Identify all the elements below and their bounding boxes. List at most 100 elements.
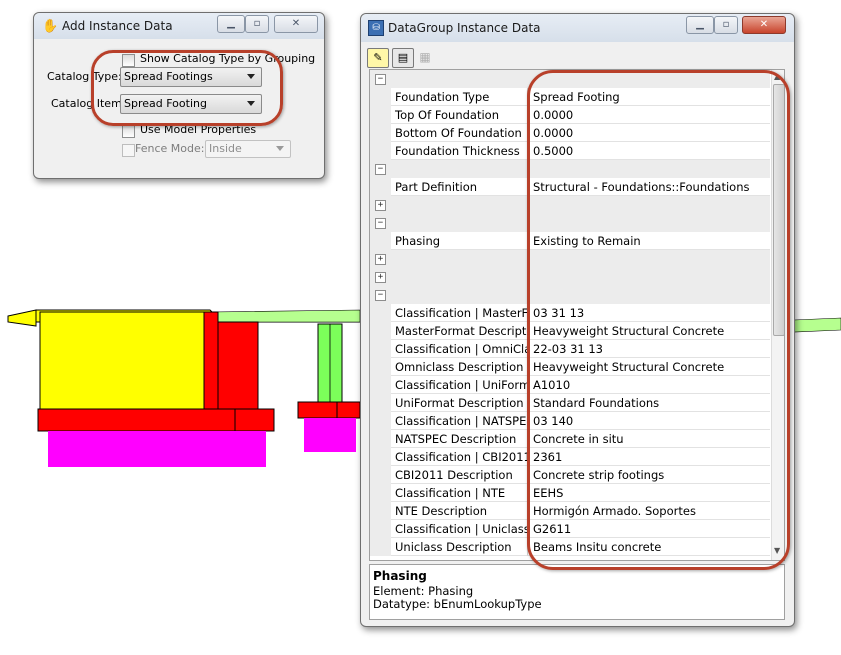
property-row[interactable]: Classification | MasterFormat 03 31 13: [370, 304, 770, 322]
add-instance-title: Add Instance Data: [62, 19, 173, 33]
property-value-cell[interactable]: 22-03 31 13: [528, 340, 770, 358]
property-value-cell[interactable]: A1010: [528, 376, 770, 394]
chevron-down-icon: [247, 74, 255, 79]
property-name-cell: Foundation Thickness: [391, 142, 528, 160]
property-row[interactable]: Foundation Thickness 0.5000: [370, 142, 770, 160]
datagroup-titlebar[interactable]: ⛁ DataGroup Instance Data ▁ ▫ ✕: [361, 14, 794, 42]
property-name-cell: Uniclass Description: [391, 538, 528, 556]
property-value: Spread Footing: [533, 90, 620, 104]
add-instance-titlebar[interactable]: ✋ Add Instance Data ▁ ▫ ✕: [34, 13, 324, 39]
vertical-scrollbar[interactable]: ▲ ▼: [771, 70, 784, 560]
property-row[interactable]: NTE Description Hormigón Armado. Soportes: [370, 502, 770, 520]
expand-icon[interactable]: +: [375, 272, 386, 283]
category-row[interactable]: +IFC Override: [370, 250, 770, 268]
grid-view-icon[interactable]: ▦: [418, 50, 432, 64]
property-value-cell[interactable]: Beams Insitu concrete: [528, 538, 770, 556]
property-value-cell[interactable]: Spread Footing: [528, 88, 770, 106]
category-row[interactable]: −Foundation Properties: [370, 70, 770, 88]
expand-icon[interactable]: +: [375, 200, 386, 211]
property-value-cell[interactable]: Concrete strip footings: [528, 466, 770, 484]
collapse-icon[interactable]: −: [375, 290, 386, 301]
property-row[interactable]: CBI2011 Description Concrete strip footin…: [370, 466, 770, 484]
show-catalog-checkbox[interactable]: [122, 54, 135, 67]
property-row[interactable]: Part Definition Structural - Foundations:…: [370, 178, 770, 196]
help-element: Element: Phasing: [373, 584, 474, 598]
row-gutter: [370, 394, 391, 412]
property-name-cell: Foundation Type: [391, 88, 528, 106]
property-name: Classification | Uniclass: [395, 522, 528, 536]
property-row[interactable]: Foundation Type Spread Footing: [370, 88, 770, 106]
maximize-button[interactable]: ▫: [714, 16, 738, 34]
datagroup-title: DataGroup Instance Data: [388, 21, 541, 35]
property-value-cell[interactable]: 0.5000: [528, 142, 770, 160]
property-row[interactable]: Top Of Foundation 0.0000: [370, 106, 770, 124]
category-row[interactable]: +Identification: [370, 196, 770, 214]
maximize-button[interactable]: ▫: [245, 15, 269, 33]
catalog-item-select[interactable]: Spread Footing: [120, 94, 262, 114]
property-row[interactable]: Classification | NATSPEC 03 140: [370, 412, 770, 430]
property-value-cell[interactable]: 03 31 13: [528, 304, 770, 322]
property-value-cell[interactable]: 0.0000: [528, 106, 770, 124]
category-row[interactable]: −Phasing: [370, 214, 770, 232]
properties-view-icon[interactable]: ▤: [392, 48, 414, 68]
property-name: Classification | CBI2011: [395, 450, 528, 464]
close-button[interactable]: ✕: [274, 15, 318, 33]
property-row[interactable]: MasterFormat Description Heavyweight Stru…: [370, 322, 770, 340]
property-row[interactable]: Classification | UniFormat A1010: [370, 376, 770, 394]
category-row[interactable]: −Materials: [370, 160, 770, 178]
fence-mode-checkbox[interactable]: [122, 144, 135, 157]
property-name: Omniclass Description: [395, 360, 524, 374]
collapse-icon[interactable]: −: [375, 218, 386, 229]
property-row[interactable]: Uniclass Description Beams Insitu concret…: [370, 538, 770, 556]
property-value-cell[interactable]: Heavyweight Structural Concrete: [528, 358, 770, 376]
property-name-cell: NATSPEC Description: [391, 430, 528, 448]
property-value-cell[interactable]: Existing to Remain: [528, 232, 770, 250]
categorized-view-icon[interactable]: ✎: [367, 48, 389, 68]
property-value-cell[interactable]: Concrete in situ: [528, 430, 770, 448]
property-row[interactable]: Classification | CBI2011 2361: [370, 448, 770, 466]
collapse-icon[interactable]: −: [375, 74, 386, 85]
minimize-button[interactable]: ▁: [217, 15, 245, 33]
collapse-icon[interactable]: −: [375, 164, 386, 175]
property-value: Standard Foundations: [533, 396, 660, 410]
property-value-cell[interactable]: Heavyweight Structural Concrete: [528, 322, 770, 340]
property-row[interactable]: Bottom Of Foundation 0.0000: [370, 124, 770, 142]
deck-green-strip: [209, 309, 361, 323]
property-row[interactable]: Omniclass Description Heavyweight Structu…: [370, 358, 770, 376]
footing-red-column-2: [217, 321, 259, 410]
row-gutter: [370, 484, 391, 502]
scroll-up-icon[interactable]: ▲: [774, 72, 780, 81]
property-value-cell[interactable]: EEHS: [528, 484, 770, 502]
expand-icon[interactable]: +: [375, 254, 386, 265]
scrollbar-thumb[interactable]: [773, 84, 784, 336]
catalog-type-label: Catalog Type:: [47, 70, 122, 83]
scroll-down-icon[interactable]: ▼: [774, 546, 780, 555]
category-row[interactable]: +NBS: [370, 268, 770, 286]
property-row[interactable]: Classification | Uniclass G2611: [370, 520, 770, 538]
fence-mode-select[interactable]: Inside: [205, 140, 291, 158]
property-value-cell[interactable]: Structural - Foundations::Foundations: [528, 178, 770, 196]
row-gutter: [370, 520, 391, 538]
property-value-cell[interactable]: 03 140: [528, 412, 770, 430]
property-value-cell[interactable]: G2611: [528, 520, 770, 538]
property-row[interactable]: Phasing Existing to Remain: [370, 232, 770, 250]
property-name-cell: Classification | NTE: [391, 484, 528, 502]
property-row[interactable]: Classification | NTE EEHS: [370, 484, 770, 502]
desktop: { "add_instance": { "title": "Add Instan…: [0, 0, 841, 655]
property-row[interactable]: NATSPEC Description Concrete in situ: [370, 430, 770, 448]
row-gutter: [370, 142, 391, 160]
minimize-button[interactable]: ▁: [686, 16, 714, 34]
property-value-cell[interactable]: Hormigón Armado. Soportes: [528, 502, 770, 520]
category-row[interactable]: −Classification: [370, 286, 770, 304]
property-value-cell[interactable]: 0.0000: [528, 124, 770, 142]
property-value-cell[interactable]: 2361: [528, 448, 770, 466]
close-button[interactable]: ✕: [742, 16, 786, 34]
property-value: Hormigón Armado. Soportes: [533, 504, 696, 518]
property-value-cell[interactable]: Standard Foundations: [528, 394, 770, 412]
catalog-type-select[interactable]: Spread Footings: [120, 67, 262, 87]
show-catalog-label: Show Catalog Type by Grouping: [140, 52, 316, 65]
property-row[interactable]: Classification | OmniClass 22-03 31 13: [370, 340, 770, 358]
use-model-checkbox[interactable]: [122, 125, 135, 138]
property-row[interactable]: UniFormat Description Standard Foundation…: [370, 394, 770, 412]
row-gutter: [370, 322, 391, 340]
